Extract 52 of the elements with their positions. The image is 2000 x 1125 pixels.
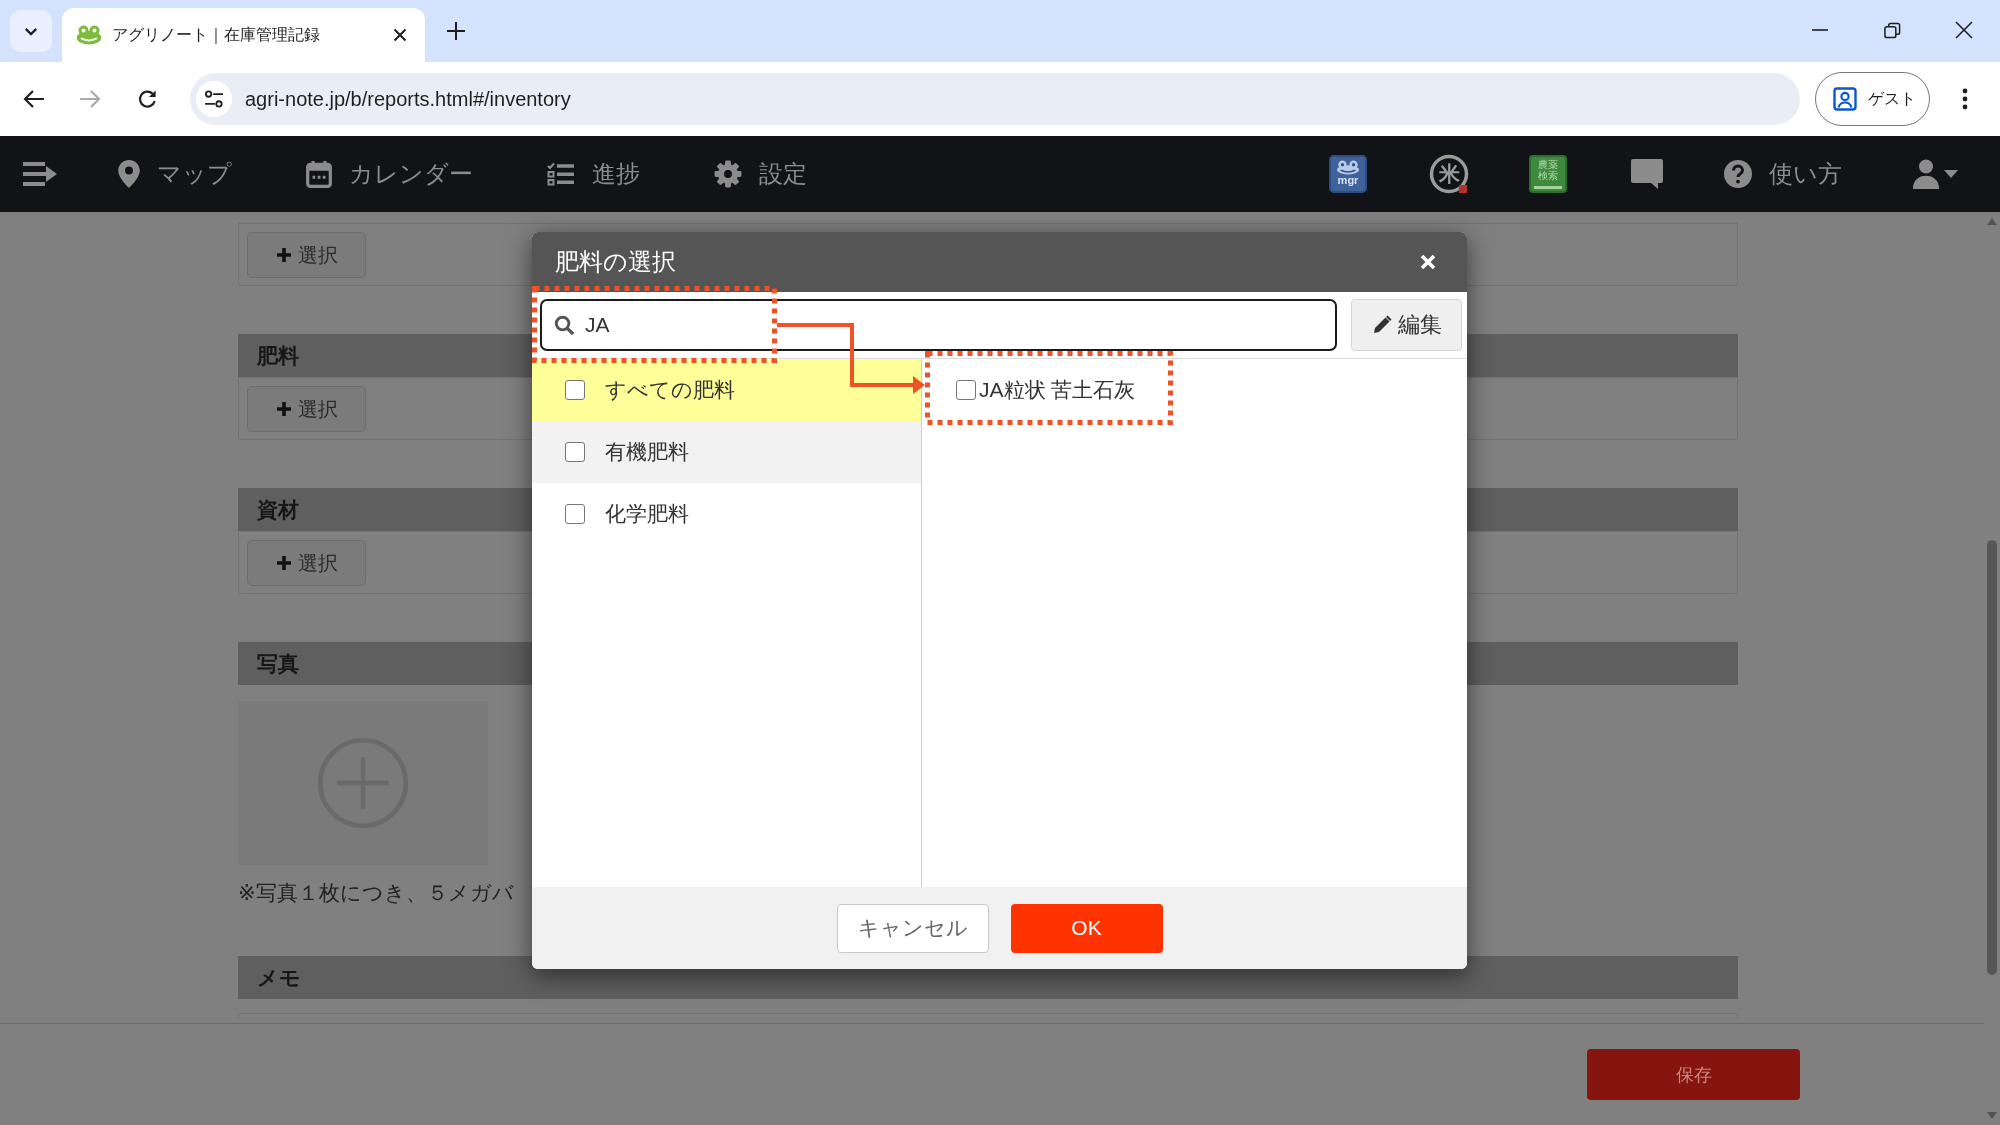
- user-icon[interactable]: [1912, 159, 1940, 189]
- plus-icon: [275, 247, 292, 263]
- close-tab-icon[interactable]: [393, 28, 407, 42]
- nav-link[interactable]: カレンダー: [306, 158, 473, 190]
- site-settings-icon[interactable]: [196, 81, 232, 117]
- help-link[interactable]: 使い方: [1724, 158, 1842, 190]
- edit-button[interactable]: 編集: [1351, 299, 1462, 351]
- cancel-button[interactable]: キャンセル: [836, 903, 989, 953]
- select-button[interactable]: 選択: [247, 232, 366, 278]
- nav-link[interactable]: マップ: [118, 158, 232, 190]
- caret-down-icon: [24, 26, 38, 36]
- select-button[interactable]: 選択: [247, 540, 366, 586]
- menu-icon[interactable]: [22, 161, 58, 187]
- pencil-icon: [1371, 315, 1392, 335]
- fertilizer-item[interactable]: JA粒状 苦土石灰: [956, 376, 1136, 404]
- plus-icon: [275, 401, 292, 417]
- search-field[interactable]: JA: [540, 299, 1337, 351]
- pin-icon: [118, 160, 140, 188]
- checklist-icon: [547, 162, 575, 186]
- browser-tab[interactable]: アグリノート｜在庫管理記録: [62, 8, 425, 62]
- caret-down-icon[interactable]: [1944, 170, 1958, 178]
- upload-note: ※写真１枚につき、５メガバ: [238, 880, 514, 906]
- help-icon: [1724, 160, 1752, 188]
- plus-icon: [275, 555, 292, 571]
- address-bar[interactable]: agri-note.jp/b/reports.html#/inventory: [190, 73, 1800, 125]
- save-button[interactable]: 保存: [1587, 1049, 1800, 1100]
- nav-link[interactable]: 設定: [714, 158, 807, 190]
- calendar-icon: [306, 160, 332, 188]
- dialog-title: 肥料の選択: [555, 247, 676, 277]
- ok-button[interactable]: OK: [1010, 903, 1163, 953]
- checkbox[interactable]: [956, 380, 976, 400]
- back-arrow-icon[interactable]: [23, 89, 45, 109]
- frog-icon: [76, 25, 102, 45]
- restore-icon[interactable]: [1883, 21, 1901, 39]
- new-tab-icon[interactable]: [445, 20, 467, 42]
- checkbox[interactable]: [565, 442, 585, 462]
- chat-icon[interactable]: [1630, 158, 1664, 190]
- close-icon[interactable]: [1955, 21, 1973, 39]
- scrollbar-thumb[interactable]: [1987, 540, 1997, 975]
- nav-link[interactable]: 進捗: [547, 158, 640, 190]
- person-icon: [1833, 87, 1857, 111]
- reload-icon[interactable]: [136, 88, 158, 110]
- search-icon: [554, 314, 575, 336]
- category-item[interactable]: すべての肥料: [532, 359, 921, 421]
- category-item[interactable]: 有機肥料: [532, 421, 921, 483]
- select-button[interactable]: 選択: [247, 386, 366, 432]
- checkbox[interactable]: [565, 380, 585, 400]
- rice-circle-icon[interactable]: 米: [1429, 154, 1469, 194]
- more-menu-icon[interactable]: [1962, 88, 1968, 110]
- book-icon[interactable]: 農薬検索: [1529, 155, 1567, 193]
- checkbox[interactable]: [565, 504, 585, 524]
- frog-app-icon[interactable]: mgr: [1329, 155, 1367, 193]
